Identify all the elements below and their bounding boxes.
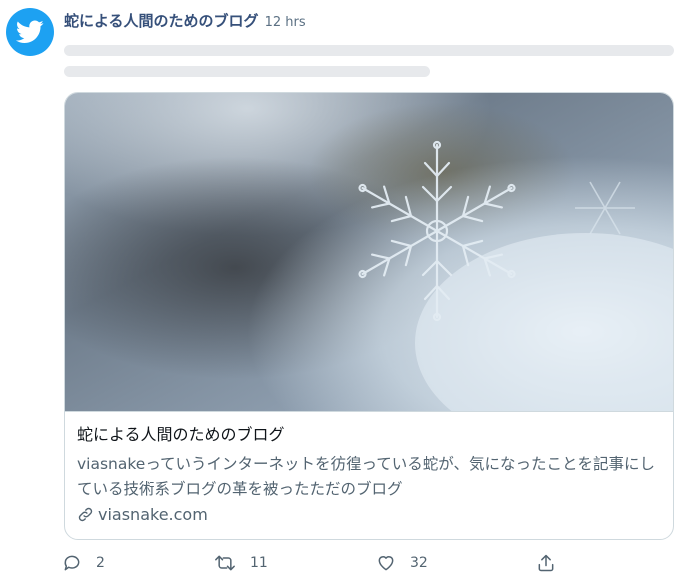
card-body: 蛇による人間のためのブログ viasnakeっていうインターネットを彷徨っている… (65, 412, 673, 524)
reply-count: 2 (96, 555, 105, 571)
card-title: 蛇による人間のためのブログ (77, 425, 285, 444)
share-button[interactable] (536, 553, 570, 573)
share-icon (538, 554, 554, 572)
heart-icon (378, 556, 394, 571)
card-domain: viasnake.com (98, 505, 208, 524)
tweet-header: 蛇による人間のためのブログ 12 hrs (64, 10, 306, 31)
retweet-icon (215, 555, 235, 571)
action-bar: 2 11 32 (62, 553, 562, 577)
reply-icon (64, 555, 80, 571)
account-name[interactable]: 蛇による人間のためのブログ (64, 10, 259, 31)
card-description: viasnakeっていうインターネットを彷徨っている蛇が、気になったことを記事に… (77, 455, 655, 498)
retweet-button[interactable]: 11 (214, 553, 268, 573)
timestamp[interactable]: 12 hrs (265, 15, 306, 30)
text-placeholder-line (64, 45, 674, 56)
tweet: 蛇による人間のためのブログ 12 hrs 蛇による人間のためのブログ viasn… (0, 0, 683, 587)
link-icon (78, 507, 93, 522)
reply-button[interactable]: 2 (62, 553, 105, 573)
twitter-bird-icon (16, 20, 44, 43)
link-card[interactable]: 蛇による人間のためのブログ viasnakeっていうインターネットを彷徨っている… (64, 92, 674, 540)
like-count: 32 (410, 555, 428, 571)
retweet-count: 11 (250, 555, 268, 571)
text-placeholder-line (64, 66, 430, 77)
snowflake-photo (65, 93, 673, 412)
like-button[interactable]: 32 (376, 553, 428, 573)
avatar[interactable] (6, 8, 54, 56)
card-link[interactable]: viasnake.com (77, 505, 661, 524)
